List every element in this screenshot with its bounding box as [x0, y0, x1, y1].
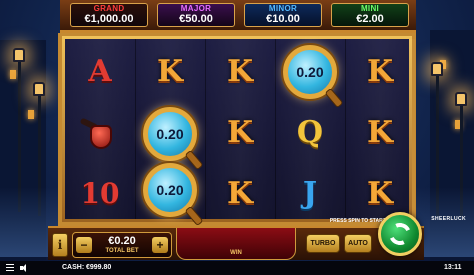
bet-selector: − €0.20 TOTAL BET + [72, 232, 172, 258]
jackpot-label: MINI [360, 4, 380, 13]
magnifier-coin-symbol: 0.20 [143, 107, 204, 171]
coin-value: 0.20 [296, 64, 324, 80]
turbo-button[interactable]: TURBO [306, 234, 340, 253]
symbol-a: A [88, 54, 112, 89]
spin-arrows-icon [385, 219, 415, 249]
symbol-j: J [302, 176, 318, 211]
reels-frame: A K K K K Q K 10 K J K 0.20 0.20 0.20 [58, 33, 416, 227]
symbol-10: 10 [80, 177, 120, 210]
magnifier-coin-symbol: 0.20 [143, 163, 204, 227]
autoplay-button[interactable]: AUTO [344, 234, 372, 253]
clock: 13:11 [444, 264, 462, 271]
jackpot-minor: MINOR €10.00 [244, 3, 322, 27]
reels-area: A K K K K Q K 10 K J K 0.20 0.20 0.20 [65, 39, 415, 227]
jackpot-bar: GRAND €1,000.00 MAJOR €50.00 MINOR €10.0… [60, 0, 416, 33]
coin-value: 0.20 [156, 126, 184, 142]
info-button[interactable]: i [52, 233, 68, 257]
jackpot-value: €1,000.00 [84, 13, 134, 25]
menu-icon[interactable] [6, 264, 14, 271]
symbol-k: K [226, 115, 254, 150]
symbol-q: Q [296, 115, 324, 150]
spin-button[interactable] [378, 212, 422, 256]
cash-value: €999.80 [86, 264, 112, 271]
jackpot-mini: MINI €2.00 [331, 3, 409, 27]
symbol-k: K [226, 176, 254, 211]
jackpot-grand: GRAND €1,000.00 [70, 3, 148, 27]
win-label: WIN [230, 250, 242, 256]
cash-label: CASH: [62, 264, 85, 271]
symbol-k: K [366, 115, 394, 150]
symbol-k: K [226, 54, 254, 89]
coin-value: 0.20 [156, 182, 184, 198]
magnifier-coin-symbol: 0.20 [283, 45, 344, 109]
status-bar: CASH: €999.80 13:11 [0, 261, 474, 275]
symbol-k: K [366, 54, 394, 89]
jackpot-value: €10.00 [266, 13, 300, 25]
pipe-symbol-icon [65, 102, 135, 163]
game-logo: SHEERLUCK [431, 216, 466, 222]
win-display: WIN [176, 228, 296, 260]
jackpot-label: MINOR [268, 4, 298, 13]
bet-increase-button[interactable]: + [152, 237, 168, 253]
control-bar: i − €0.20 TOTAL BET + WIN PRESS SPIN TO … [48, 212, 424, 260]
jackpot-label: GRAND [93, 4, 125, 13]
sound-icon[interactable] [20, 264, 28, 272]
jackpot-value: €2.00 [356, 13, 384, 25]
jackpot-label: MAJOR [180, 4, 212, 13]
jackpot-major: MAJOR €50.00 [157, 3, 235, 27]
jackpot-value: €50.00 [179, 13, 213, 25]
symbol-k: K [156, 54, 184, 89]
